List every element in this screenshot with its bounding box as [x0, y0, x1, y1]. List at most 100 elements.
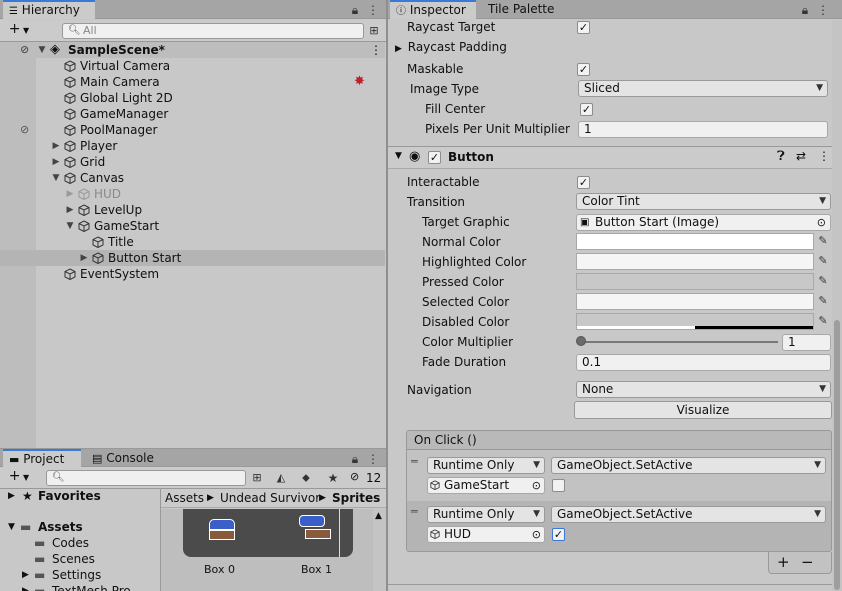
- sprite-box-0-thumbnail[interactable]: [209, 519, 235, 541]
- label-tag-icon[interactable]: ⬥: [299, 470, 313, 486]
- target-graphic-field[interactable]: ▣ Button Start (Image) ⊙: [576, 214, 831, 231]
- expand-arrow-icon[interactable]: ▶: [395, 44, 402, 54]
- drag-handle-icon[interactable]: ═: [411, 505, 418, 518]
- hierarchy-item-hud[interactable]: ▶ HUD: [0, 186, 385, 202]
- disabled-color-swatch[interactable]: [576, 313, 814, 330]
- fade-duration-field[interactable]: 0.1: [576, 354, 831, 371]
- expand-arrow-icon[interactable]: ▶: [8, 486, 15, 506]
- hierarchy-item-global-light-2d[interactable]: Global Light 2D: [0, 90, 385, 106]
- button-component-header[interactable]: ▼ ◉ ✓ Button ❓︎ ⇄ ⋮: [388, 147, 842, 169]
- expand-arrow-icon[interactable]: ▶: [65, 202, 75, 218]
- collapse-arrow-icon[interactable]: ▼: [395, 151, 402, 161]
- search-options-icon[interactable]: ⊞: [250, 470, 264, 486]
- remove-event-button[interactable]: −: [801, 553, 814, 571]
- project-search-input[interactable]: 🔍︎: [46, 470, 246, 486]
- hierarchy-item-gamestart[interactable]: ▼ GameStart: [0, 218, 385, 234]
- more-menu-icon[interactable]: ⋮: [370, 42, 382, 58]
- hierarchy-item-poolmanager[interactable]: ⊘ PoolManager: [0, 122, 385, 138]
- sprite-box-1-thumbnail[interactable]: [299, 515, 331, 541]
- hierarchy-item-virtual-camera[interactable]: Virtual Camera: [0, 58, 385, 74]
- eyedropper-icon[interactable]: ✎: [815, 253, 831, 269]
- onclick-event-entry[interactable]: ═ Runtime Only ▼ GameObject.SetActive ▼ …: [407, 451, 831, 501]
- setactive-checkbox[interactable]: ✓: [552, 528, 565, 541]
- color-multiplier-slider-handle[interactable]: [576, 336, 586, 346]
- expand-arrow-icon[interactable]: ▶: [51, 154, 61, 170]
- expand-arrow-icon[interactable]: ▶: [22, 581, 29, 591]
- expand-arrow-icon[interactable]: ▶: [79, 250, 89, 266]
- collapse-arrow-icon[interactable]: ▼: [51, 170, 61, 186]
- function-dropdown[interactable]: GameObject.SetActive ▼: [551, 506, 826, 523]
- color-multiplier-field[interactable]: 1: [782, 334, 831, 351]
- expand-arrow-icon[interactable]: ▼: [37, 42, 47, 58]
- add-button[interactable]: + ▼: [4, 22, 34, 39]
- filter-type-icon[interactable]: ◭: [274, 470, 288, 486]
- lock-icon[interactable]: 🔒︎: [348, 451, 362, 467]
- hierarchy-item-grid[interactable]: ▶ Grid: [0, 154, 385, 170]
- inspector-scrollbar[interactable]: [832, 20, 842, 591]
- hidden-visibility-icon[interactable]: ⊘: [20, 122, 29, 138]
- help-icon[interactable]: ❓︎: [777, 149, 785, 164]
- tab-console[interactable]: ▤ Console: [86, 449, 166, 468]
- object-picker-icon[interactable]: ⊙: [532, 478, 541, 493]
- raycast-target-checkbox[interactable]: ✓: [577, 21, 590, 34]
- selected-color-swatch[interactable]: [576, 293, 814, 310]
- maskable-checkbox[interactable]: ✓: [577, 63, 590, 76]
- add-asset-button[interactable]: + ▼: [4, 469, 34, 486]
- scene-row[interactable]: ⊘ ▼ ◈ SampleScene* ⋮: [0, 42, 385, 58]
- more-menu-icon[interactable]: ⋮: [366, 451, 380, 467]
- transition-dropdown[interactable]: Color Tint ▼: [576, 193, 831, 210]
- hierarchy-item-gamemanager[interactable]: GameManager: [0, 106, 385, 122]
- target-object-field[interactable]: GameStart ⊙: [427, 477, 545, 494]
- more-menu-icon[interactable]: ⋮: [818, 149, 830, 163]
- hidden-packages-icon[interactable]: ⊘: [350, 470, 359, 483]
- runtime-mode-dropdown[interactable]: Runtime Only ▼: [427, 506, 545, 523]
- function-dropdown[interactable]: GameObject.SetActive ▼: [551, 457, 826, 474]
- breadcrumb-assets[interactable]: Assets: [165, 489, 204, 507]
- onclick-event-entry[interactable]: ═ Runtime Only ▼ GameObject.SetActive ▼ …: [407, 501, 831, 551]
- hierarchy-item-player[interactable]: ▶ Player: [0, 138, 385, 154]
- hierarchy-item-button-start[interactable]: ▶ Button Start: [0, 250, 385, 266]
- sprite-label-box-1[interactable]: Box 1: [301, 563, 332, 576]
- expand-arrow-icon[interactable]: ▶: [51, 138, 61, 154]
- favorite-star-icon[interactable]: ★: [326, 470, 340, 486]
- presets-icon[interactable]: ⇄: [796, 149, 806, 163]
- more-menu-icon[interactable]: ⋮: [816, 2, 830, 18]
- object-picker-icon[interactable]: ⊙: [532, 527, 541, 542]
- lock-icon[interactable]: 🔒︎: [798, 2, 812, 18]
- eyedropper-icon[interactable]: ✎: [815, 313, 831, 329]
- raycast-padding-row[interactable]: ▶ Raycast Padding: [395, 37, 507, 57]
- scrollbar-thumb[interactable]: [834, 320, 840, 590]
- normal-color-swatch[interactable]: [576, 233, 814, 250]
- highlighted-color-swatch[interactable]: [576, 253, 814, 270]
- eyedropper-icon[interactable]: ✎: [815, 293, 831, 309]
- sprite-label-box-0[interactable]: Box 0: [204, 563, 235, 576]
- hierarchy-item-main-camera[interactable]: Main Camera ✸: [0, 74, 385, 90]
- more-menu-icon[interactable]: ⋮: [366, 2, 380, 18]
- scroll-up-icon[interactable]: ▲: [375, 511, 382, 521]
- search-options-icon[interactable]: ⊞: [367, 23, 381, 39]
- bug-warning-icon[interactable]: ✸: [354, 74, 365, 90]
- color-multiplier-slider-track[interactable]: [580, 341, 778, 343]
- breadcrumb-sprites[interactable]: Sprites: [332, 489, 380, 507]
- ppu-multiplier-field[interactable]: 1: [578, 121, 828, 138]
- hierarchy-item-canvas[interactable]: ▼ Canvas: [0, 170, 385, 186]
- fill-center-checkbox[interactable]: ✓: [580, 103, 593, 116]
- collapse-arrow-icon[interactable]: ▼: [65, 218, 75, 234]
- eyedropper-icon[interactable]: ✎: [815, 233, 831, 249]
- hierarchy-item-eventsystem[interactable]: EventSystem: [0, 266, 385, 282]
- collapse-arrow-icon[interactable]: ▼: [8, 517, 15, 537]
- navigation-dropdown[interactable]: None ▼: [576, 381, 831, 398]
- interactable-checkbox[interactable]: ✓: [577, 176, 590, 189]
- hierarchy-search-input[interactable]: 🔍︎ All: [62, 23, 364, 39]
- tab-project[interactable]: ▬ Project: [3, 449, 81, 468]
- breadcrumb-undead-survivor[interactable]: Undead Survivor: [220, 489, 320, 507]
- button-enabled-checkbox[interactable]: ✓: [428, 151, 441, 164]
- visibility-icon[interactable]: ⊘: [20, 42, 29, 58]
- tab-hierarchy[interactable]: ☰ Hierarchy: [3, 0, 95, 19]
- image-type-dropdown[interactable]: Sliced ▼: [578, 80, 828, 97]
- expand-arrow-icon[interactable]: ▶: [65, 186, 75, 202]
- lock-icon[interactable]: 🔒︎: [348, 2, 362, 18]
- project-scrollbar[interactable]: ▲: [373, 509, 386, 591]
- drag-handle-icon[interactable]: ═: [411, 455, 418, 468]
- hierarchy-item-levelup[interactable]: ▶ LevelUp: [0, 202, 385, 218]
